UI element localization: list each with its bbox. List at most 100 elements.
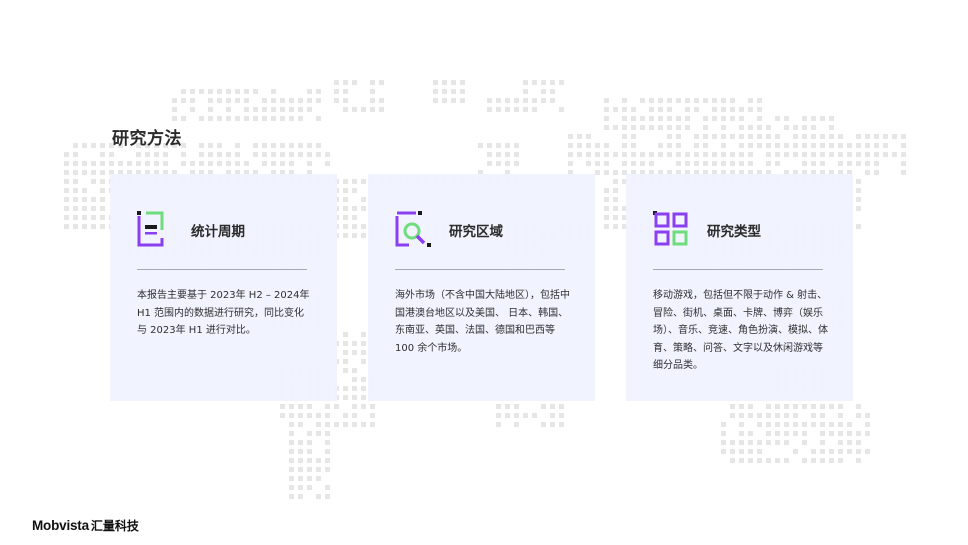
map-dot (757, 449, 762, 454)
map-dot (676, 98, 681, 103)
map-dot (793, 125, 798, 130)
map-dot (208, 98, 213, 103)
map-dot (496, 98, 501, 103)
map-dot (577, 143, 582, 148)
map-dot (289, 143, 294, 148)
map-dot (64, 161, 69, 166)
map-dot (856, 206, 861, 211)
mobvista-logo: Mobvista 汇量科技 (32, 515, 139, 535)
map-dot (667, 125, 672, 130)
map-dot (784, 404, 789, 409)
map-dot (838, 431, 843, 436)
map-dot (100, 170, 105, 175)
map-dot (289, 161, 294, 166)
map-dot (109, 152, 114, 157)
map-dot (343, 89, 348, 94)
map-dot (172, 98, 177, 103)
map-dot (217, 152, 222, 157)
map-dot (874, 170, 879, 175)
map-dot (811, 458, 816, 463)
map-dot (847, 161, 852, 166)
map-dot (118, 161, 123, 166)
map-dot (73, 152, 78, 157)
map-dot (613, 215, 618, 220)
map-dot (622, 125, 627, 130)
map-dot (226, 107, 231, 112)
map-dot (316, 89, 321, 94)
map-dot (793, 449, 798, 454)
map-dot (100, 206, 105, 211)
map-dot (838, 440, 843, 445)
map-dot (244, 107, 249, 112)
map-dot (757, 134, 762, 139)
card-divider (395, 269, 565, 270)
map-dot (604, 98, 609, 103)
map-dot (766, 440, 771, 445)
map-dot (334, 404, 339, 409)
map-dot (361, 404, 366, 409)
map-dot (280, 152, 285, 157)
map-dot (730, 161, 735, 166)
map-dot (631, 107, 636, 112)
map-dot (829, 152, 834, 157)
map-dot (496, 404, 501, 409)
map-dot (73, 188, 78, 193)
map-dot (199, 152, 204, 157)
map-dot (181, 116, 186, 121)
map-dot (334, 89, 339, 94)
map-dot (478, 143, 483, 148)
map-dot (361, 197, 366, 202)
map-dot (874, 134, 879, 139)
card-body: 海外市场（不含中国大陆地区），包括中国港澳台地区以及美国、 日本、韩国、东南亚、… (395, 290, 570, 354)
map-dot (586, 134, 591, 139)
map-dot (865, 134, 870, 139)
map-dot (730, 404, 735, 409)
map-dot (244, 116, 249, 121)
map-dot (343, 413, 348, 418)
map-dot (739, 107, 744, 112)
map-dot (280, 143, 285, 148)
map-dot (829, 449, 834, 454)
map-dot (298, 98, 303, 103)
map-dot (793, 422, 798, 427)
map-dot (253, 107, 258, 112)
map-dot (190, 98, 195, 103)
map-dot (721, 422, 726, 427)
map-dot (784, 116, 789, 121)
map-dot (64, 152, 69, 157)
map-dot (721, 98, 726, 103)
map-dot (361, 206, 366, 211)
map-dot (73, 215, 78, 220)
map-dot (289, 494, 294, 499)
map-dot (487, 161, 492, 166)
map-dot (361, 386, 366, 391)
map-dot (676, 134, 681, 139)
map-dot (757, 116, 762, 121)
map-dot (820, 413, 825, 418)
map-dot (712, 161, 717, 166)
map-dot (316, 467, 321, 472)
map-dot (721, 107, 726, 112)
map-dot (820, 152, 825, 157)
map-dot (145, 152, 150, 157)
map-dot (856, 404, 861, 409)
map-dot (685, 125, 690, 130)
map-dot (460, 80, 465, 85)
card-research-type: 研究类型 移动游戏，包括但不限于动作 & 射击、冒险、街机、桌面、卡牌、博弈（娱… (626, 174, 853, 401)
map-dot (307, 404, 312, 409)
map-dot (793, 431, 798, 436)
map-dot (739, 404, 744, 409)
map-dot (883, 143, 888, 148)
map-dot (181, 98, 186, 103)
map-dot (91, 179, 96, 184)
map-dot (631, 125, 636, 130)
map-dot (838, 458, 843, 463)
map-dot (199, 89, 204, 94)
map-dot (856, 188, 861, 193)
map-dot (307, 476, 312, 481)
map-dot (217, 116, 222, 121)
map-dot (622, 152, 627, 157)
map-dot (757, 440, 762, 445)
map-dot (856, 197, 861, 202)
card-body: 本报告主要基于 2023年 H2 – 2024年 H1 范围内的数据进行研究，同… (137, 290, 310, 336)
